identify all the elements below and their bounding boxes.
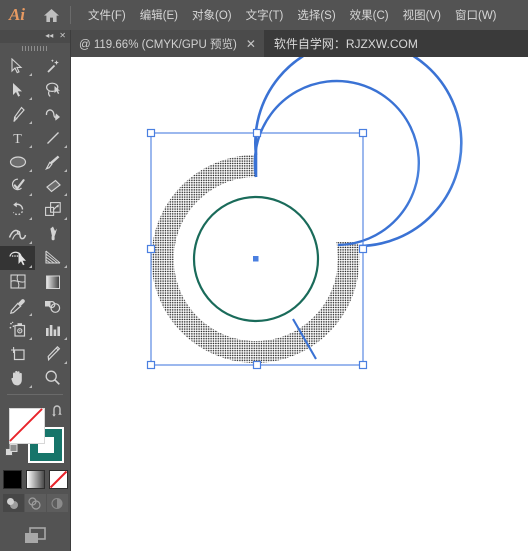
fill-stroke-controls: [0, 403, 70, 468]
tool-corner-marker: [29, 312, 32, 316]
tool-corner-marker: [29, 240, 32, 244]
scale-tool[interactable]: [35, 198, 70, 222]
hand-tool[interactable]: [0, 366, 35, 390]
toolbox-grip[interactable]: [0, 43, 70, 54]
gradient-mode-button[interactable]: [25, 470, 45, 489]
outer-spiral-path: [254, 57, 463, 248]
selection-center-point: [253, 256, 259, 262]
pen-tool[interactable]: [0, 102, 35, 126]
tool-corner-marker: [29, 264, 32, 268]
draw-inside-button[interactable]: [46, 494, 68, 512]
tool-corner-marker: [29, 192, 32, 196]
direct-selection-tool[interactable]: [0, 78, 35, 102]
close-icon[interactable]: ✕: [246, 38, 256, 50]
symbol-sprayer-tool[interactable]: [0, 318, 35, 342]
free-transform-tool[interactable]: [35, 222, 70, 246]
menu-bar: Ai 文件(F) 编辑(E) 对象(O) 文字(T) 选择(S) 效果(C) 视…: [0, 0, 528, 30]
none-diagonal-icon: [9, 407, 43, 442]
width-tool[interactable]: [0, 222, 35, 246]
change-screen-mode-button[interactable]: [22, 526, 48, 551]
home-icon[interactable]: [34, 0, 68, 30]
menu-select[interactable]: 选择(S): [290, 3, 342, 27]
rotate-tool[interactable]: [0, 198, 35, 222]
draw-normal-button[interactable]: [2, 494, 24, 512]
blend-tool[interactable]: [35, 294, 70, 318]
tool-corner-marker: [64, 360, 67, 364]
toolbox-divider: [7, 393, 63, 395]
fill-color-swatch[interactable]: [9, 407, 45, 444]
tool-corner-marker: [64, 264, 67, 268]
curvature-tool[interactable]: [35, 102, 70, 126]
perspective-grid-tool[interactable]: [35, 246, 70, 270]
tool-grid: T: [0, 54, 70, 390]
draw-behind-button[interactable]: [24, 494, 46, 512]
menu-edit[interactable]: 编辑(E): [133, 3, 185, 27]
menu-object[interactable]: 对象(O): [185, 3, 239, 27]
grip-dots: [22, 45, 48, 51]
tool-corner-marker: [29, 120, 32, 124]
tool-corner-marker: [29, 96, 32, 100]
menu-effect[interactable]: 效果(C): [343, 3, 396, 27]
inner-spiral-path: [253, 79, 420, 247]
none-mode-button[interactable]: [48, 470, 68, 489]
color-mode-buttons: [0, 470, 70, 489]
tool-corner-marker: [29, 168, 32, 172]
shaper-tool[interactable]: [0, 174, 35, 198]
color-mode-button[interactable]: [2, 470, 22, 489]
gradient-tool[interactable]: [35, 270, 70, 294]
tool-corner-marker: [64, 168, 67, 172]
menu-window[interactable]: 窗口(W): [448, 3, 504, 27]
svg-text:T: T: [13, 132, 22, 146]
paintbrush-tool[interactable]: [35, 150, 70, 174]
eyedropper-tool[interactable]: [0, 294, 35, 318]
tool-corner-marker: [29, 144, 32, 148]
zoom-tool[interactable]: [35, 366, 70, 390]
tool-corner-marker: [64, 216, 67, 220]
tool-corner-marker: [29, 216, 32, 220]
app-logo: Ai: [8, 5, 26, 24]
watermark-text: 软件自学网：RJZXW.COM: [273, 37, 418, 51]
document-tab-active[interactable]: @ 119.66% (CMYK/GPU 预览) ✕: [70, 30, 264, 57]
menu-type[interactable]: 文字(T): [239, 3, 291, 27]
mesh-tool[interactable]: [0, 270, 35, 294]
tool-corner-marker: [29, 336, 32, 340]
eraser-tool[interactable]: [35, 174, 70, 198]
screen-mode-control: [0, 526, 70, 551]
collapse-icon[interactable]: ◂◂: [45, 32, 53, 40]
artboard-tool[interactable]: [0, 342, 35, 366]
illustrator-window: Ai 文件(F) 编辑(E) 对象(O) 文字(T) 选择(S) 效果(C) 视…: [0, 0, 528, 551]
tool-corner-marker: [29, 72, 32, 76]
draw-mode-buttons: [0, 494, 70, 512]
ellipse-tool[interactable]: [0, 150, 35, 174]
magic-wand-tool[interactable]: [35, 54, 70, 78]
document-tab-bar: @ 119.66% (CMYK/GPU 预览) ✕ 软件自学网：RJZXW.CO…: [0, 30, 528, 57]
shape-builder-tool[interactable]: [0, 245, 35, 270]
type-tool[interactable]: T: [0, 126, 35, 150]
column-graph-tool[interactable]: [35, 318, 70, 342]
slice-tool[interactable]: [35, 342, 70, 366]
swap-fill-stroke-icon[interactable]: [51, 405, 64, 418]
tool-corner-marker: [64, 192, 67, 196]
document-tab-label: @ 119.66% (CMYK/GPU 预览): [79, 38, 237, 51]
menu-file[interactable]: 文件(F): [81, 3, 133, 27]
menu-items: 文件(F) 编辑(E) 对象(O) 文字(T) 选择(S) 效果(C) 视图(V…: [81, 3, 504, 27]
line-segment-tool[interactable]: [35, 126, 70, 150]
default-fill-stroke-icon[interactable]: [5, 443, 19, 458]
tool-corner-marker: [64, 336, 67, 340]
menu-divider: [70, 6, 71, 24]
toolbox-header: ◂◂ ✕: [0, 30, 70, 43]
lasso-tool[interactable]: [35, 78, 70, 102]
close-icon[interactable]: ✕: [59, 32, 66, 40]
tool-corner-marker: [29, 384, 32, 388]
toolbox-panel: ◂◂ ✕ T: [0, 30, 71, 551]
selection-tool[interactable]: [0, 54, 35, 78]
artboard-canvas[interactable]: [71, 57, 528, 551]
artwork-svg: [146, 57, 463, 370]
tool-corner-marker: [64, 144, 67, 148]
menu-view[interactable]: 视图(V): [396, 3, 448, 27]
